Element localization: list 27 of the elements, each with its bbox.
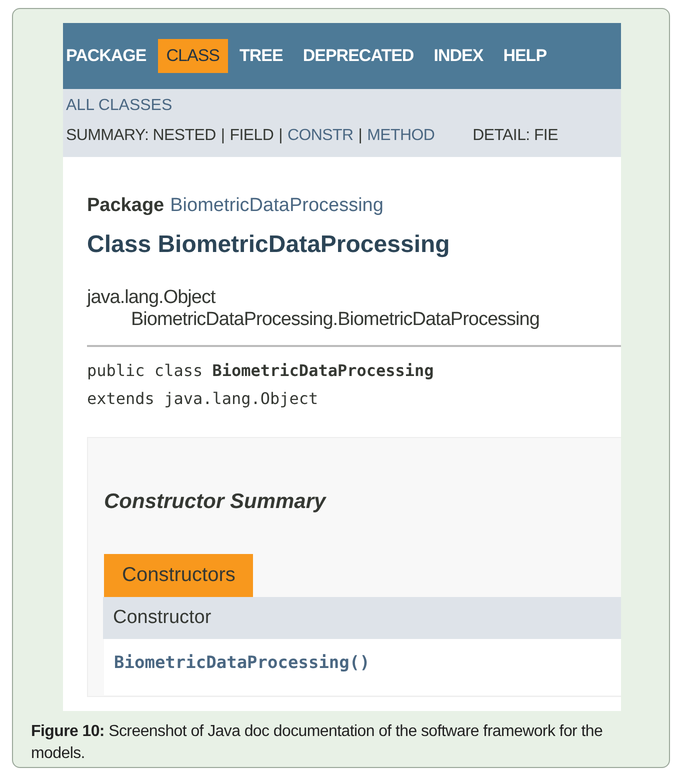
package-link[interactable]: BiometricDataProcessing <box>170 195 384 217</box>
section-title: Constructor Summary <box>104 490 328 514</box>
nav-tab[interactable]: CLASS <box>158 39 228 73</box>
inheritance-text: java.lang.Object <box>87 287 217 309</box>
summary-text: SUMMARY: NESTED <box>66 127 216 145</box>
summary-text: FIELD <box>230 127 274 145</box>
constructor-link[interactable]: BiometricDataProcessing() <box>114 653 370 673</box>
column-header: Constructor <box>103 597 621 639</box>
table-caption: Constructors <box>104 554 254 597</box>
declaration-code: extends java.lang.Object <box>87 388 320 410</box>
declaration-code: public class BiometricDataProcessing <box>87 360 435 382</box>
nav-tab[interactable]: TREE <box>232 39 291 73</box>
all-classes-link[interactable]: ALL CLASSES <box>66 97 172 115</box>
summary-text: | <box>358 127 362 145</box>
inheritance-text: BiometricDataProcessing.BiometricDataProcessing <box>130 309 540 331</box>
nav-tab[interactable]: DEPRECATED <box>294 39 422 73</box>
figure-caption: Figure 10: Screenshot of Java doc documentation of the software framework for the models. <box>31 722 604 764</box>
nav-tab[interactable]: PACKAGE <box>66 39 154 73</box>
summary-link[interactable]: CONSTR <box>287 127 354 145</box>
detail-text: DETAIL: FIE <box>472 127 558 145</box>
summary-text: | <box>278 127 282 145</box>
nav-tab[interactable]: HELP <box>495 39 555 73</box>
nav-tab[interactable]: INDEX <box>426 39 492 73</box>
summary-text: | <box>220 127 225 145</box>
package-label: Package <box>87 195 164 217</box>
class-title: Class BiometricDataProcessing <box>87 231 451 259</box>
summary-link[interactable]: METHOD <box>367 127 435 145</box>
